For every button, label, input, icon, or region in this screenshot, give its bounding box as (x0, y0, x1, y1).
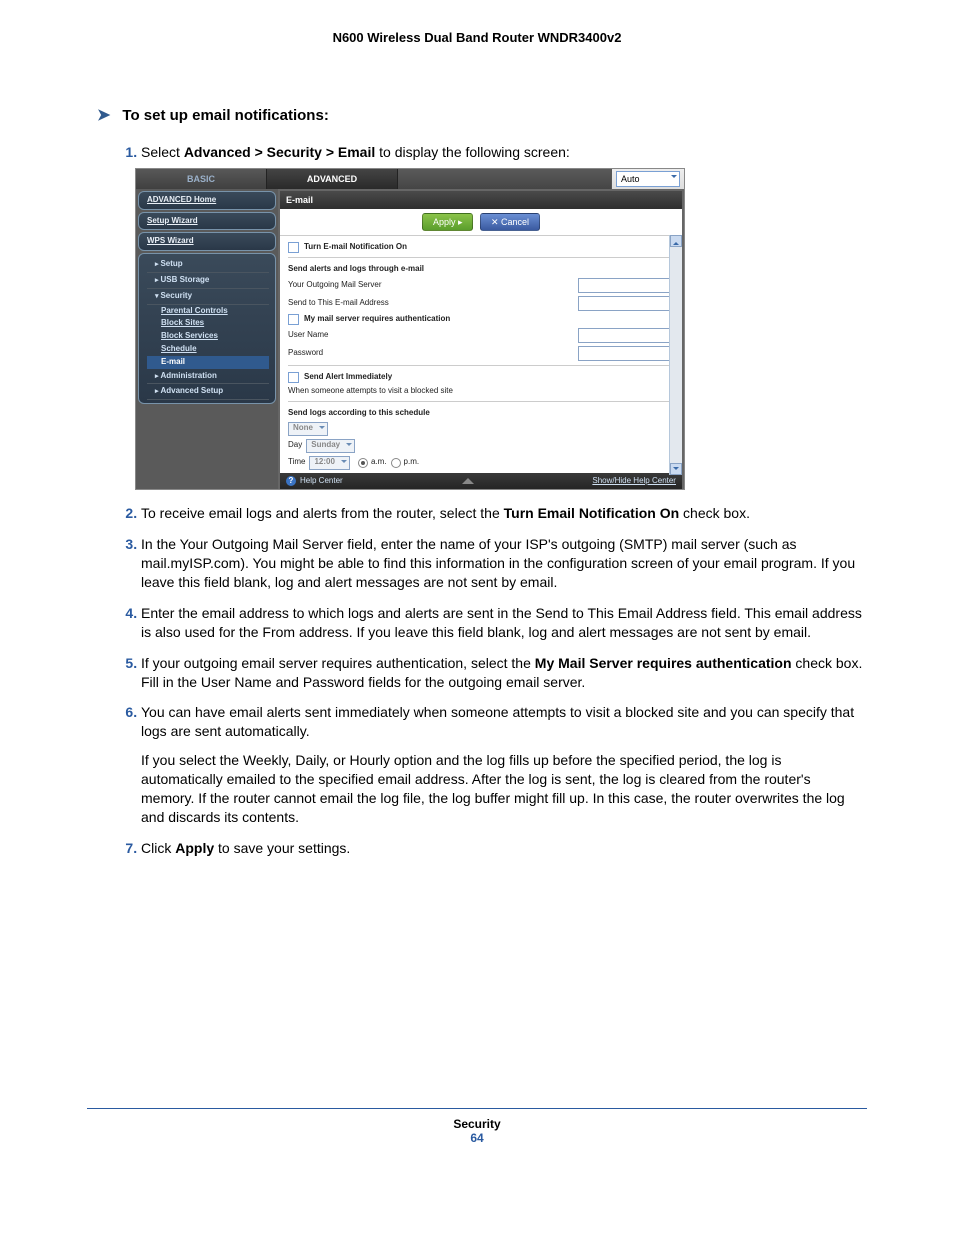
sidebar-security[interactable]: Security (147, 289, 269, 305)
scrollbar-down-icon[interactable] (670, 463, 682, 475)
step-6: You can have email alerts sent immediate… (141, 703, 867, 826)
auth-checkbox[interactable] (288, 314, 299, 325)
page-footer: Security 64 (87, 1117, 867, 1175)
sidebar-block-sites[interactable]: Block Sites (147, 317, 269, 330)
sidebar-block-services[interactable]: Block Services (147, 330, 269, 343)
sidebar-wps-wizard[interactable]: WPS Wizard (138, 232, 276, 251)
step-5: If your outgoing email server requires a… (141, 654, 867, 692)
panel-footer: Help Center Show/Hide Help Center (280, 473, 682, 490)
running-head: N600 Wireless Dual Band Router WNDR3400v… (87, 30, 867, 45)
sidebar-setup[interactable]: Setup (147, 257, 269, 273)
outgoing-server-label: Your Outgoing Mail Server (288, 280, 578, 291)
turn-notification-on-label: Turn E-mail Notification On (304, 242, 674, 253)
footer-section: Security (87, 1117, 867, 1131)
schedule-section-label: Send logs according to this schedule (288, 408, 674, 419)
am-label: a.m. (371, 457, 387, 468)
sidebar-advanced-home[interactable]: ADVANCED Home (138, 191, 276, 210)
router-ui-screenshot: BASIC ADVANCED Auto ADVANCED Home Setup … (135, 168, 685, 490)
sidebar-usb-storage[interactable]: USB Storage (147, 273, 269, 289)
step-4: Enter the email address to which logs an… (141, 604, 867, 642)
footer-rule (87, 1108, 867, 1109)
sidebar-advanced-setup[interactable]: Advanced Setup (147, 384, 269, 400)
outgoing-server-input[interactable] (578, 278, 674, 293)
show-hide-help-link[interactable]: Show/Hide Help Center (592, 476, 676, 487)
panel-title: E-mail (280, 191, 682, 209)
am-radio[interactable] (358, 458, 368, 468)
pm-radio[interactable] (391, 458, 401, 468)
send-alert-immediately-checkbox[interactable] (288, 372, 299, 383)
scrollbar[interactable] (669, 235, 682, 475)
scrollbar-up-icon[interactable] (670, 235, 682, 247)
tab-advanced[interactable]: ADVANCED (267, 169, 398, 189)
panel-form: Turn E-mail Notification On Send alerts … (280, 236, 682, 472)
step-2: To receive email logs and alerts from th… (141, 504, 867, 523)
password-label: Password (288, 348, 578, 359)
tab-basic[interactable]: BASIC (136, 169, 267, 189)
sidebar-schedule[interactable]: Schedule (147, 343, 269, 356)
when-blocked-label: When someone attempts to visit a blocked… (288, 386, 674, 397)
turn-notification-on-checkbox[interactable] (288, 242, 299, 253)
sidebar-setup-wizard[interactable]: Setup Wizard (138, 212, 276, 231)
step-3: In the Your Outgoing Mail Server field, … (141, 535, 867, 592)
heading-text: To set up email notifications: (122, 107, 328, 124)
time-select[interactable]: 12:00 (309, 456, 349, 470)
send-alert-immediately-label: Send Alert Immediately (304, 372, 674, 383)
username-label: User Name (288, 330, 578, 341)
language-select[interactable]: Auto (616, 171, 680, 187)
help-center-link[interactable]: Help Center (286, 476, 343, 487)
footer-page-number: 64 (87, 1131, 867, 1145)
time-label: Time (288, 457, 305, 468)
send-to-label: Send to This E-mail Address (288, 298, 578, 309)
sidebar-administration[interactable]: Administration (147, 369, 269, 385)
pm-label: p.m. (404, 457, 420, 468)
sidebar-parental-controls[interactable]: Parental Controls (147, 305, 269, 318)
day-select[interactable]: Sunday (306, 439, 355, 453)
procedure-heading: ➤ To set up email notifications: (97, 105, 867, 125)
cancel-button[interactable]: ✕ Cancel (480, 213, 540, 231)
auth-label: My mail server requires authentication (304, 314, 674, 325)
schedule-select[interactable]: None (288, 422, 328, 436)
sidebar-group: Setup USB Storage Security Parental Cont… (138, 253, 276, 404)
content-panel: E-mail Apply ▸ ✕ Cancel Turn E-mail Noti… (280, 191, 682, 489)
day-label: Day (288, 440, 302, 451)
username-input[interactable] (578, 328, 674, 343)
send-to-input[interactable] (578, 296, 674, 311)
steps-list: Select Advanced > Security > Email to di… (111, 143, 867, 858)
step-7: Click Apply to save your settings. (141, 839, 867, 858)
apply-button[interactable]: Apply ▸ (422, 213, 474, 231)
sidebar: ADVANCED Home Setup Wizard WPS Wizard Se… (136, 189, 278, 489)
footer-grip-icon (462, 478, 474, 484)
section-send-alerts: Send alerts and logs through e-mail (288, 264, 674, 275)
sidebar-email[interactable]: E-mail (147, 356, 269, 369)
panel-button-row: Apply ▸ ✕ Cancel (280, 209, 682, 236)
password-input[interactable] (578, 346, 674, 361)
step-1: Select Advanced > Security > Email to di… (141, 143, 867, 490)
language-select-area: Auto (611, 169, 684, 189)
arrow-icon: ➤ (97, 105, 110, 125)
